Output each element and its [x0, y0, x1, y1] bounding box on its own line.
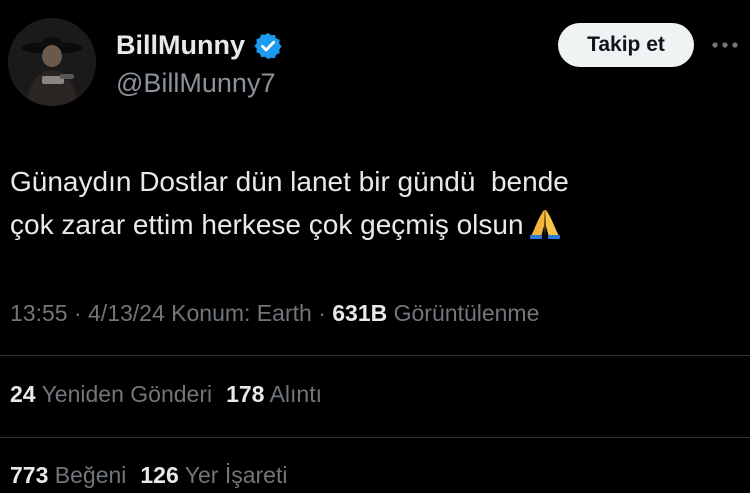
likes-stat[interactable]: 773 Beğeni — [10, 462, 126, 488]
views-label[interactable]: Görüntülenme — [394, 300, 540, 326]
quotes-label: Alıntı — [269, 381, 323, 407]
tweet-text-line-1: Günaydın Dostlar dün lanet bir gündü ben… — [10, 166, 569, 197]
tweet-text-line-2-wrapper: çok zarar ettim herkese çok geçmiş olsun — [10, 203, 740, 252]
avatar-image — [8, 18, 96, 106]
bookmarks-label: Yer İşareti — [184, 462, 288, 488]
tweet-meta: 13:55 · 4/13/24 Konum: Earth · 631B Görü… — [10, 300, 539, 327]
handle[interactable]: @BillMunny7 — [116, 68, 275, 99]
views-count[interactable]: 631B — [332, 300, 387, 326]
tweet-text: Günaydın Dostlar dün lanet bir gündü ben… — [10, 160, 740, 252]
display-name-row[interactable]: BillMunny — [116, 30, 283, 61]
reposts-quotes-row: 24 Yeniden Gönderi 178 Alıntı — [10, 381, 336, 408]
bookmarks-count: 126 — [140, 462, 179, 488]
verified-badge-icon — [253, 31, 283, 61]
folded-hands-emoji — [528, 206, 562, 252]
tweet-date[interactable]: 4/13/24 — [88, 300, 165, 326]
follow-button[interactable]: Takip et — [558, 23, 694, 67]
reposts-label: Yeniden Gönderi — [41, 381, 213, 407]
likes-label: Beğeni — [54, 462, 127, 488]
tweet-text-line-2: çok zarar ettim herkese çok geçmiş olsun — [10, 209, 524, 240]
reposts-count: 24 — [10, 381, 36, 407]
tweet-location: Konum: Earth — [171, 300, 312, 326]
tweet-time[interactable]: 13:55 — [10, 300, 68, 326]
quotes-count: 178 — [226, 381, 265, 407]
divider — [0, 355, 750, 356]
avatar[interactable] — [8, 18, 96, 106]
meta-separator-2: · — [318, 300, 326, 326]
divider — [0, 437, 750, 438]
reposts-stat[interactable]: 24 Yeniden Gönderi — [10, 381, 212, 407]
bookmarks-stat[interactable]: 126 Yer İşareti — [140, 462, 287, 488]
quotes-stat[interactable]: 178 Alıntı — [226, 381, 322, 407]
more-horizontal-icon[interactable] — [708, 30, 742, 60]
likes-count: 773 — [10, 462, 49, 488]
meta-separator: · — [73, 300, 82, 326]
display-name[interactable]: BillMunny — [116, 30, 245, 61]
likes-bookmarks-row: 773 Beğeni 126 Yer İşareti — [10, 462, 301, 489]
